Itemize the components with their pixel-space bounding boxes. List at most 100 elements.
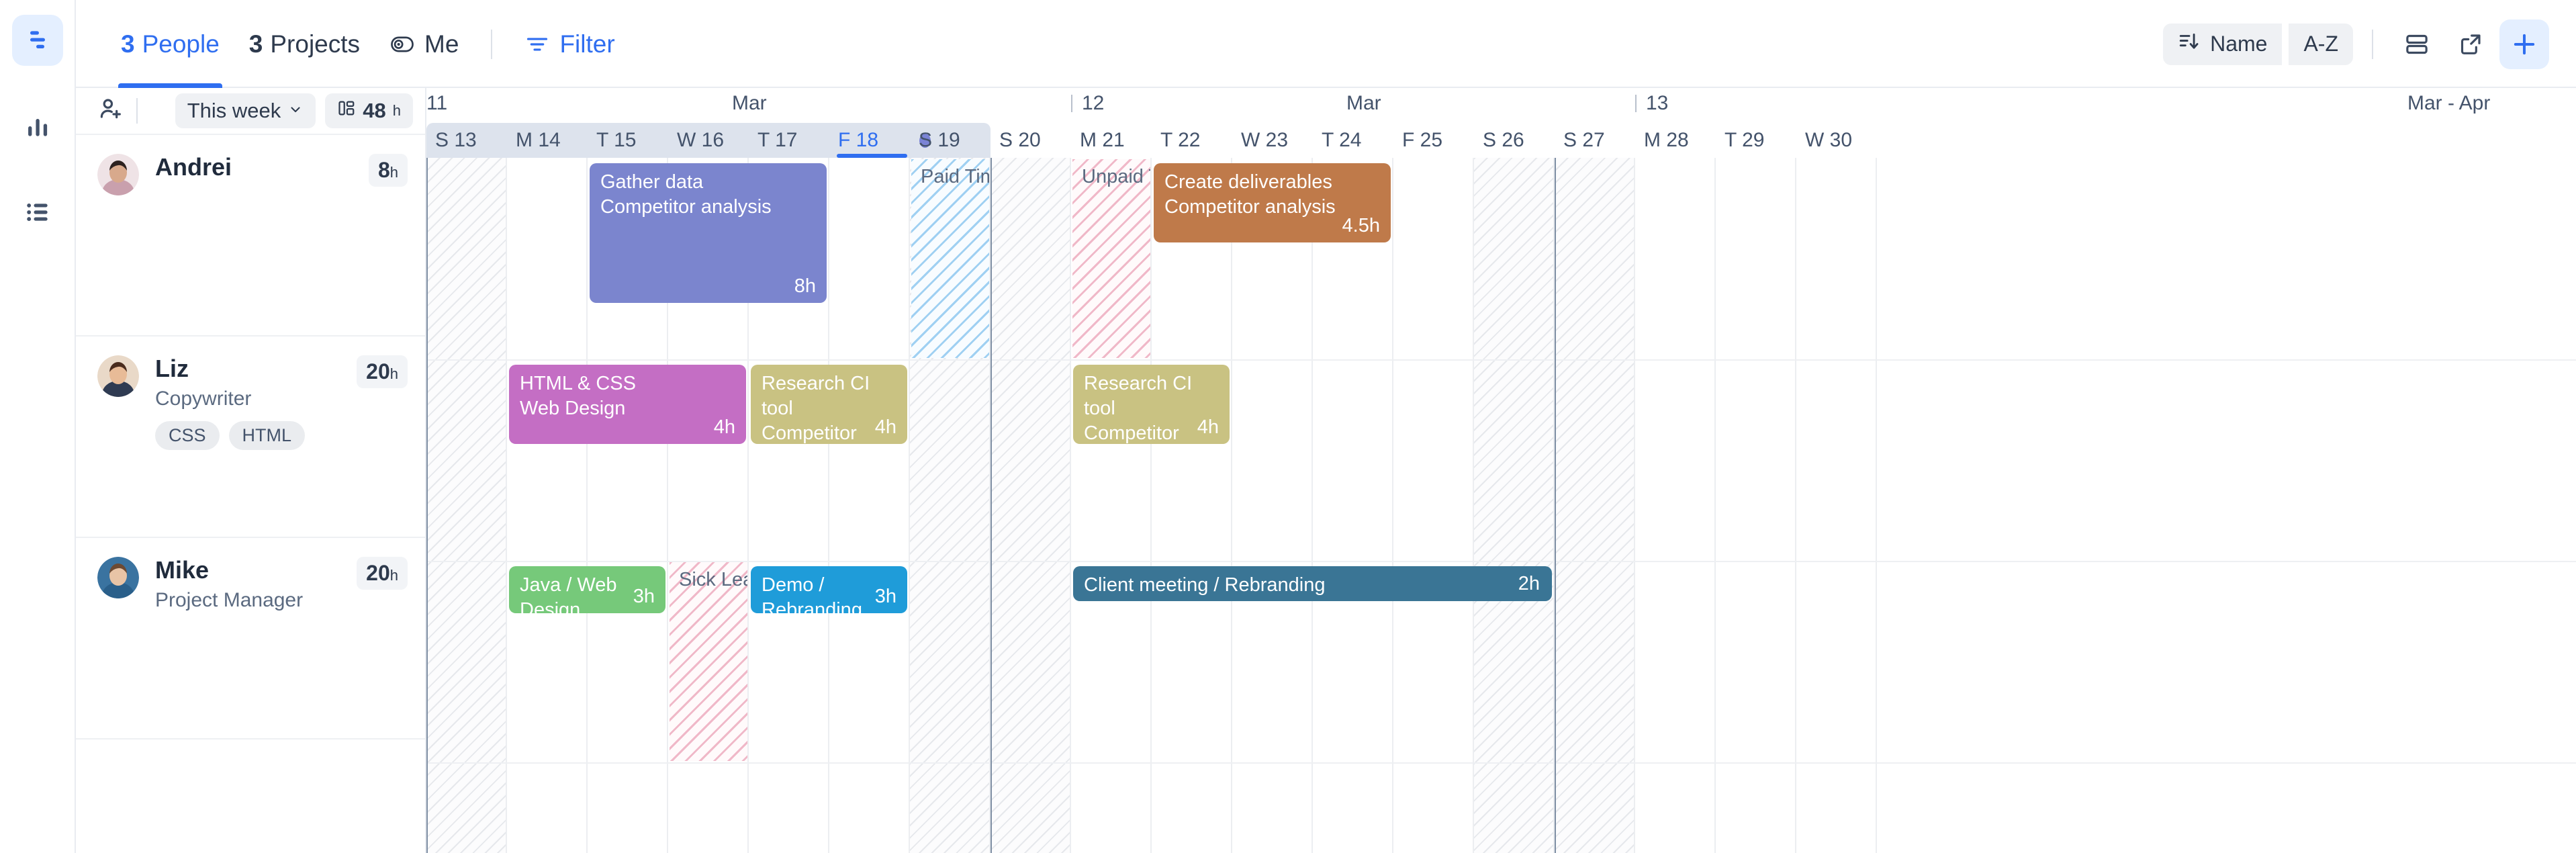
actions-divider [2372,29,2373,59]
people-list: Andrei 8h Liz Copywriter 20h CSS HTML Mi… [76,135,425,739]
task-block[interactable]: Create deliverables Competitor analysis 4.… [1154,163,1391,242]
month-label: Mar [732,92,767,114]
task-block[interactable]: HTML & CSS Web Design 4h [509,365,746,444]
day-header-cell[interactable]: W 23 [1232,123,1313,158]
filter-button[interactable]: Filter [510,0,629,88]
day-column[interactable] [1152,158,1232,853]
row-separator [426,762,2576,764]
avatar [97,355,139,397]
day-header-cell[interactable]: M 28 [1635,123,1716,158]
capacity-indicator[interactable]: 48 h [325,93,413,128]
leave-block[interactable]: Paid Time O [911,159,989,358]
tab-projects[interactable]: 3 Projects [234,0,375,88]
day-header-cell[interactable]: F 18 [829,123,910,158]
day-column[interactable] [829,158,910,853]
day-column[interactable] [507,158,588,853]
week-number: 12 [1082,92,1105,114]
day-header-cell[interactable]: S 13 [426,123,507,158]
share-button[interactable] [2446,19,2495,69]
rail-item-analytics[interactable] [12,101,63,152]
row-separator [426,359,2576,361]
day-header-cell[interactable]: M 14 [507,123,588,158]
timeline-grid[interactable]: Paid Time O Unpaid Tim Gather data Competit… [426,158,2576,853]
person-name: Liz [155,355,189,382]
task-block[interactable]: Client meeting / Rebranding 2h [1073,566,1552,601]
person-role: Copywriter [155,388,252,410]
weekend-column[interactable] [1555,158,1635,853]
leave-label: Unpaid Tim [1082,166,1150,187]
task-hours: 3h [874,586,896,607]
week-number-label: 13 [1635,92,1668,115]
task-hours: 2h [1518,573,1540,594]
add-button[interactable] [2499,19,2549,69]
person-tag[interactable]: HTML [228,421,306,451]
day-column[interactable] [1393,158,1474,853]
person-tag[interactable]: CSS [155,421,220,451]
task-block[interactable]: Java / Web Design 3h [509,566,665,613]
share-icon [2460,34,2481,54]
leave-block[interactable]: Unpaid Tim [1072,159,1150,358]
task-block[interactable]: Demo / Rebranding 3h [751,566,907,613]
tab-people-count: 3 [121,30,135,58]
leave-block[interactable]: Sick Leave [670,562,747,761]
day-header-cell[interactable]: S 19 [910,123,991,158]
day-header-cell[interactable]: T 24 [1313,123,1393,158]
sort-field-button[interactable]: Name [2163,23,2283,65]
day-header-cell[interactable]: T 17 [749,123,829,158]
day-header-cell[interactable]: T 15 [588,123,668,158]
capacity-icon [337,99,356,123]
split-view-button[interactable] [2392,19,2442,69]
day-column[interactable] [1313,158,1393,853]
day-header-cell[interactable]: T 29 [1716,123,1796,158]
tab-projects-label: Projects [270,30,361,58]
task-hours: 4h [874,416,896,438]
tab-list: 3 People 3 Projects Me Filter [76,0,630,88]
day-column[interactable] [1796,158,1877,853]
day-header-cell[interactable]: M 21 [1071,123,1152,158]
week-divider-line [426,158,428,853]
analytics-icon [28,119,47,136]
day-header-cell[interactable]: W 30 [1796,123,1877,158]
tab-projects-count: 3 [248,30,263,58]
tab-me[interactable]: Me [375,0,473,88]
weekend-column[interactable] [426,158,507,853]
sort-field-label: Name [2210,32,2268,56]
person-row[interactable]: Andrei 8h [76,135,425,336]
task-title: Research CI tool [762,373,870,420]
leave-label: Sick Leave [679,569,747,590]
weekend-column[interactable] [991,158,1071,853]
timeline[interactable]: 11 12 13 Mar Mar Mar - Apr S 13 M 14 T 15 W 16 T … [426,88,2576,853]
weekend-column[interactable] [1474,158,1555,853]
tab-people[interactable]: 3 People [106,0,234,88]
sort-order-button[interactable]: A-Z [2289,23,2353,65]
day-column[interactable] [1232,158,1313,853]
task-project: Competitor analysis [600,196,772,218]
day-header-cell[interactable]: F 25 [1393,123,1474,158]
task-block[interactable]: Research CI toolCompetitor analysis4h [1073,365,1230,444]
day-header-cell[interactable]: S 26 [1474,123,1555,158]
day-column[interactable] [1635,158,1716,853]
add-person-icon[interactable] [97,96,124,126]
rail-item-schedule[interactable] [11,15,63,66]
task-title: Client meeting / Rebranding [1084,574,1326,596]
task-block[interactable]: Research CI toolCompetitor analysis4h [751,365,907,444]
week-number: 13 [1646,92,1669,114]
people-panel: This week 48 h Andrei 8h Liz Copywriter … [76,88,426,853]
person-name: Andrei [155,153,232,181]
day-column[interactable] [1716,158,1796,853]
person-role: Project Manager [155,589,304,612]
date-range-selector[interactable]: This week [175,93,316,128]
person-row[interactable]: Mike Project Manager 20h [76,538,425,739]
day-header-cell[interactable]: T 22 [1152,123,1232,158]
day-header-cell[interactable]: S 27 [1555,123,1635,158]
people-panel-header: This week 48 h [76,88,425,135]
task-title: Research CI tool [1084,373,1193,420]
date-range-label: This week [187,99,281,122]
person-row[interactable]: Liz Copywriter 20h CSS HTML [76,336,425,538]
rail-item-list[interactable] [12,187,63,238]
day-header-cell[interactable]: W 16 [668,123,749,158]
task-block[interactable]: Gather data Competitor analysis 8h [590,163,827,303]
row-separator [426,561,2576,562]
day-header-cell[interactable]: S 20 [991,123,1071,158]
week-number-label: 11 [426,92,447,115]
